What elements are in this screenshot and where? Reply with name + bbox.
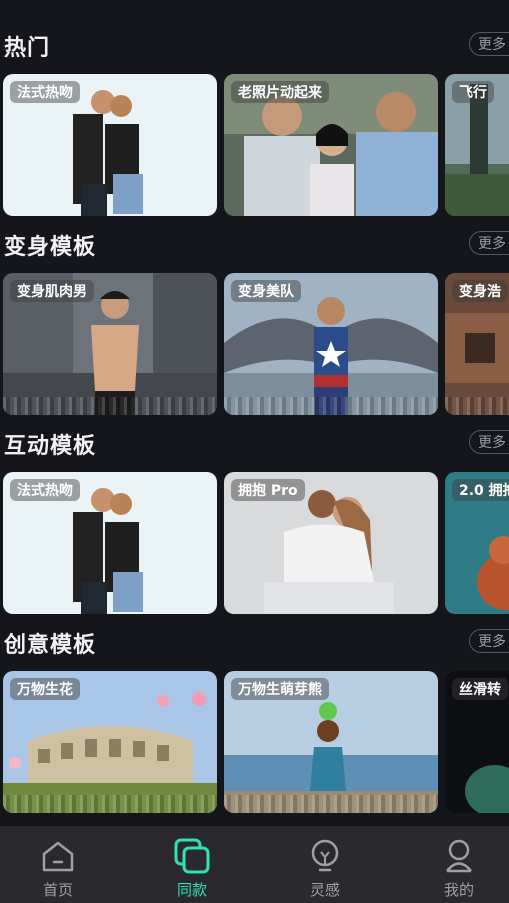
card-tag: 变身美队 <box>231 280 301 302</box>
card-tag: 万物生萌芽熊 <box>231 678 329 700</box>
nav-profile[interactable]: 我的 <box>409 826 509 903</box>
lightbulb-icon <box>311 839 339 872</box>
card-tag: 变身浩 <box>452 280 508 302</box>
bottom-nav: 首页 同款 灵感 我的 <box>0 826 509 903</box>
template-card[interactable]: 2.0 拥抱 <box>445 472 509 614</box>
nav-label: 我的 <box>443 881 474 899</box>
nav-inspiration[interactable]: 灵感 <box>275 826 375 903</box>
section-title: 互动模板 <box>4 434 97 459</box>
card-tag: 2.0 拥抱 <box>452 479 509 501</box>
card-row: 变身肌肉男 变身美队 变身浩 <box>0 273 509 417</box>
template-card[interactable]: 法式热吻 <box>3 74 217 216</box>
card-row: 法式热吻 老照片动起来 飞行 <box>0 74 509 218</box>
glitch-strip <box>445 397 509 415</box>
profile-icon <box>446 839 472 873</box>
template-card[interactable]: 飞行 <box>445 74 509 216</box>
template-card[interactable]: 万物生萌芽熊 <box>224 671 438 813</box>
nav-templates[interactable]: 同款 <box>142 826 242 903</box>
template-card[interactable]: 老照片动起来 <box>224 74 438 216</box>
nav-home[interactable]: 首页 <box>8 826 108 903</box>
card-tag: 拥抱 Pro <box>231 479 305 501</box>
more-button[interactable]: 更多 <box>469 231 509 255</box>
glitch-strip <box>224 397 438 415</box>
template-card[interactable]: 拥抱 Pro <box>224 472 438 614</box>
section-title: 变身模板 <box>4 235 97 260</box>
more-button[interactable]: 更多 <box>469 629 509 653</box>
template-card[interactable]: 变身肌肉男 <box>3 273 217 415</box>
template-copy-icon <box>174 838 210 874</box>
template-card[interactable]: 变身美队 <box>224 273 438 415</box>
more-button[interactable]: 更多 <box>469 32 509 56</box>
card-tag: 变身肌肉男 <box>10 280 94 302</box>
card-tag: 法式热吻 <box>10 479 80 501</box>
card-row: 法式热吻 拥抱 Pro 2.0 拥抱 <box>0 472 509 616</box>
nav-label: 灵感 <box>309 881 340 899</box>
home-icon <box>42 841 74 872</box>
template-card[interactable]: 万物生花 <box>3 671 217 813</box>
card-tag: 丝滑转 <box>452 678 508 700</box>
section-title: 热门 <box>4 36 51 61</box>
card-tag: 法式热吻 <box>10 81 80 103</box>
nav-label: 首页 <box>42 881 73 899</box>
template-card[interactable]: 丝滑转 <box>445 671 509 813</box>
glitch-strip <box>3 397 217 415</box>
more-button[interactable]: 更多 <box>469 430 509 454</box>
glitch-strip <box>3 795 217 813</box>
template-card[interactable]: 法式热吻 <box>3 472 217 614</box>
card-tag: 飞行 <box>452 81 494 103</box>
template-card[interactable]: 变身浩 <box>445 273 509 415</box>
card-tag: 老照片动起来 <box>231 81 329 103</box>
section-title: 创意模板 <box>4 633 97 658</box>
nav-label: 同款 <box>176 881 207 899</box>
glitch-strip <box>224 795 438 813</box>
card-tag: 万物生花 <box>10 678 80 700</box>
card-row: 万物生花 万物生萌芽熊 丝滑转 <box>0 671 509 815</box>
